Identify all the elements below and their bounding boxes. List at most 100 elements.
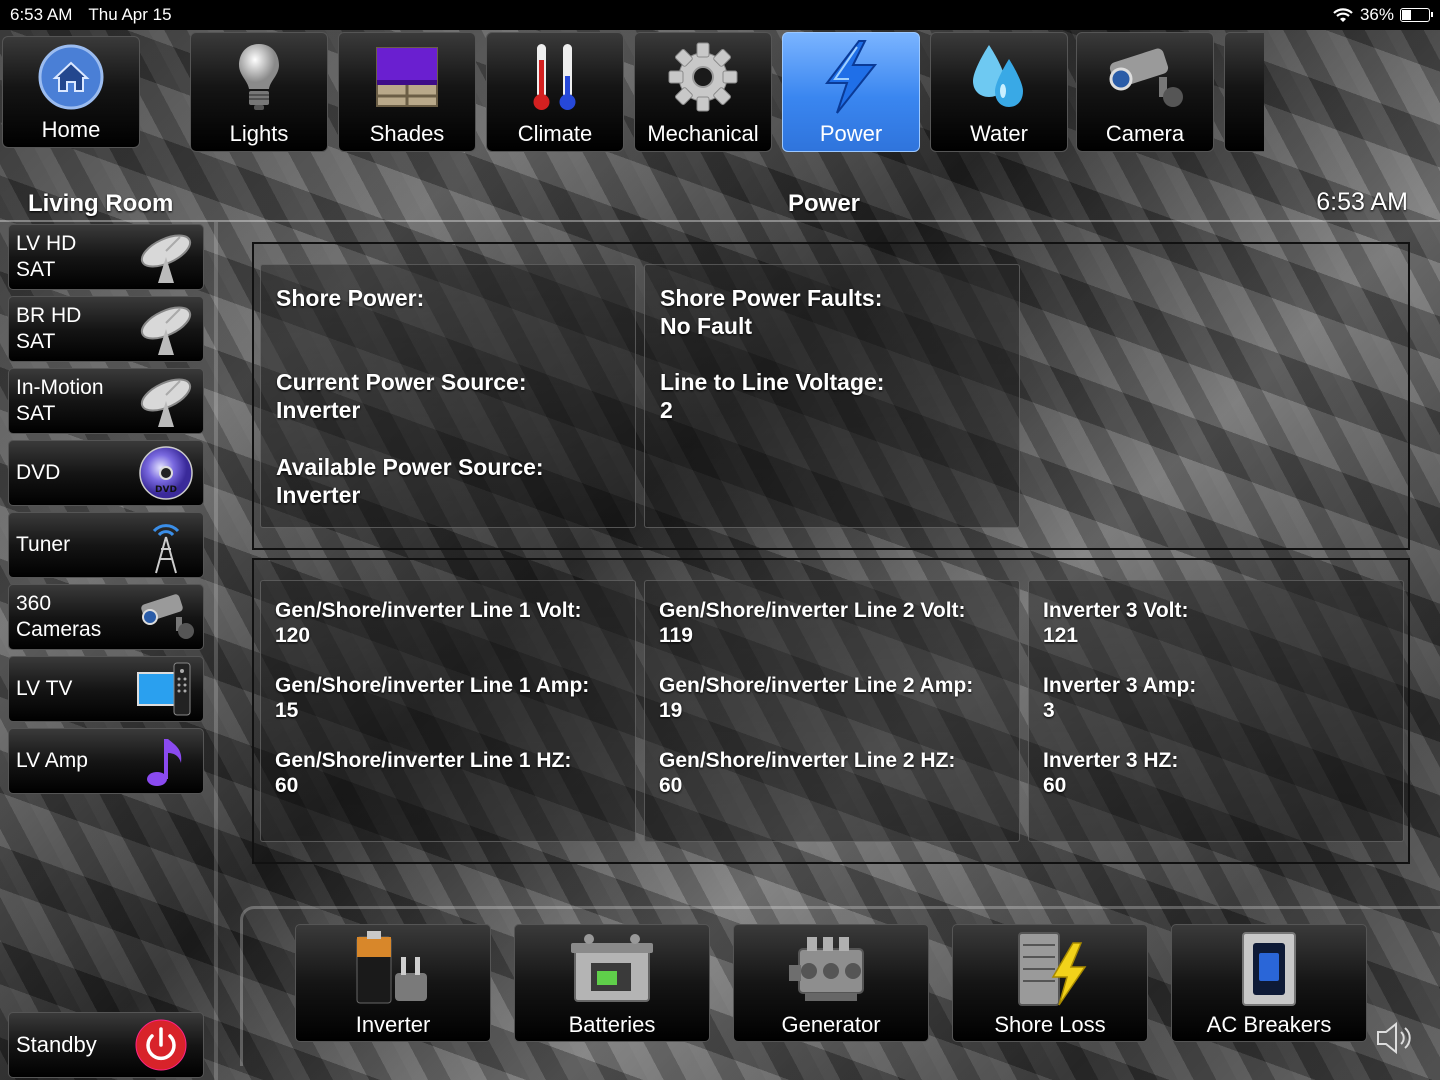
sidebar-item-lv-tv[interactable]: LV TV [8,656,204,722]
power-icon [135,1019,187,1071]
nav-lights-label: Lights [229,121,289,146]
nav-partial-item[interactable]: W [1224,32,1264,152]
nav-power[interactable]: Power [782,32,920,152]
line2-amp-value: 19 [659,699,683,722]
nav-water-label: Water [970,121,1028,146]
bottom-shore-loss-label: Shore Loss [994,1012,1106,1037]
bottom-inverter-label: Inverter [355,1012,431,1037]
camera-icon [1109,48,1183,107]
line1-hz-label: Gen/Shore/inverter Line 1 HZ: [275,749,572,772]
shore-faults-label: Shore Power Faults: [660,285,883,311]
bottom-batteries-label: Batteries [568,1012,656,1037]
gear-icon [668,42,738,112]
satellite-dish-icon [140,378,192,427]
bottom-shore-loss-button[interactable]: Shore Loss [952,924,1148,1042]
sidebar-item-label: LV Amp [16,749,88,772]
current-source-value: Inverter [276,397,361,423]
inverter3-volt-label: Inverter 3 Volt: [1043,599,1189,622]
bottom-batteries-button[interactable]: Batteries [514,924,710,1042]
camera-icon [141,594,194,639]
sidebar-item-tuner[interactable]: Tuner [8,512,204,578]
sidebar-item-in-motion-sat[interactable]: In-Motion SAT [8,368,204,434]
sidebar-item-label: DVD [16,461,61,484]
line2-amp-label: Gen/Shore/inverter Line 2 Amp: [659,674,974,697]
sidebar-item-br-hd-sat[interactable]: BR HD SAT [8,296,204,362]
nav-home-label: Home [41,117,101,142]
shore-faults-value: No Fault [660,313,752,339]
nav-climate[interactable]: Climate [486,32,624,152]
wifi-icon [1333,8,1353,22]
line1-amp-label: Gen/Shore/inverter Line 1 Amp: [275,674,590,697]
room-title: Living Room [28,190,174,217]
line2-volt-label: Gen/Shore/inverter Line 2 Volt: [659,599,966,622]
battery-percent: 36% [1359,5,1394,24]
line1-amp-value: 15 [275,699,299,722]
sidebar-item-label: 360 Cameras [16,592,102,641]
nav-power-label: Power [819,121,883,146]
standby-label: Standby [16,1032,97,1057]
bottom-ac-breakers-label: AC Breakers [1206,1012,1332,1037]
sidebar-item-label: LV TV [16,677,73,700]
nav-camera-label: Camera [1105,121,1185,146]
header-clock: 6:53 AM [1316,188,1408,216]
nav-lights[interactable]: Lights [190,32,328,152]
line2-hz-label: Gen/Shore/inverter Line 2 HZ: [659,749,956,772]
lightning-icon [824,40,878,114]
speaker-volume-icon[interactable] [1374,1020,1414,1056]
nav-camera[interactable]: Camera [1076,32,1214,152]
dvd-disc-icon: DVD [139,446,193,500]
nav-mechanical[interactable]: Mechanical [634,32,772,152]
line2-volt-value: 119 [659,624,693,647]
sidebar-item-lv-hd-sat[interactable]: LV HD SAT [8,224,204,290]
sidebar-item-dvd[interactable]: DVD DVD [8,440,204,506]
engine-icon [789,936,864,1001]
nav-shades[interactable]: Shades [338,32,476,152]
nav-climate-label: Climate [517,121,593,146]
nav-mechanical-label: Mechanical [647,121,759,146]
lightbulb-icon [239,44,279,110]
shore-power-label: Shore Power: [276,285,425,311]
inverter3-amp-value: 3 [1043,699,1055,722]
car-battery-icon [571,933,653,1002]
line1-volt-value: 120 [275,624,311,647]
nav-water[interactable]: Water [930,32,1068,152]
line1-volt-label: Gen/Shore/inverter Line 1 Volt: [275,599,582,622]
line2-hz-value: 60 [659,774,683,797]
sidebar-item-label: BR HD SAT [16,304,82,353]
inverter3-volt-value: 121 [1043,624,1079,647]
svg-text:DVD: DVD [155,485,177,495]
server-lightning-icon [1018,931,1087,1006]
available-source-label: Available Power Source: [276,454,544,480]
sidebar-divider [214,222,218,1080]
page-title: Power [788,190,861,217]
satellite-dish-icon [140,306,192,355]
sidebar-item-lv-amp[interactable]: LV Amp [8,728,204,794]
sidebar-item-label: LV HD SAT [16,232,77,281]
nav-home[interactable]: Home [2,36,140,148]
thermometer-icon [533,44,576,110]
available-source-value: Inverter [276,482,361,508]
sidebar-item-label: Tuner [16,533,71,556]
sidebar-item-label: In-Motion SAT [16,376,104,425]
standby-button[interactable]: Standby [8,1012,204,1078]
bottom-generator-label: Generator [781,1012,881,1037]
home-icon [38,44,104,110]
status-date: Thu Apr 15 [88,5,172,24]
inverter3-hz-value: 60 [1043,774,1067,797]
radio-tower-icon [152,524,180,574]
satellite-dish-icon [140,234,192,283]
shades-icon [376,47,438,107]
bottom-ac-breakers-button[interactable]: AC Breakers [1171,924,1367,1042]
sidebar-item-360-cameras[interactable]: 360 Cameras [8,584,204,650]
status-bar: 6:53 AM Thu Apr 15 36% [0,0,1440,30]
top-nav: Home Lights Shades Climate Mechanical Po… [0,32,1264,154]
tv-remote-icon [137,662,191,716]
line1-hz-value: 60 [275,774,299,797]
switch-icon [1242,931,1296,1006]
status-time: 6:53 AM [10,5,73,24]
line-to-line-label: Line to Line Voltage: [660,369,885,395]
bottom-inverter-button[interactable]: Inverter [295,924,491,1042]
nav-shades-label: Shades [369,121,445,146]
bottom-generator-button[interactable]: Generator [733,924,929,1042]
battery-plug-icon [356,930,427,1003]
